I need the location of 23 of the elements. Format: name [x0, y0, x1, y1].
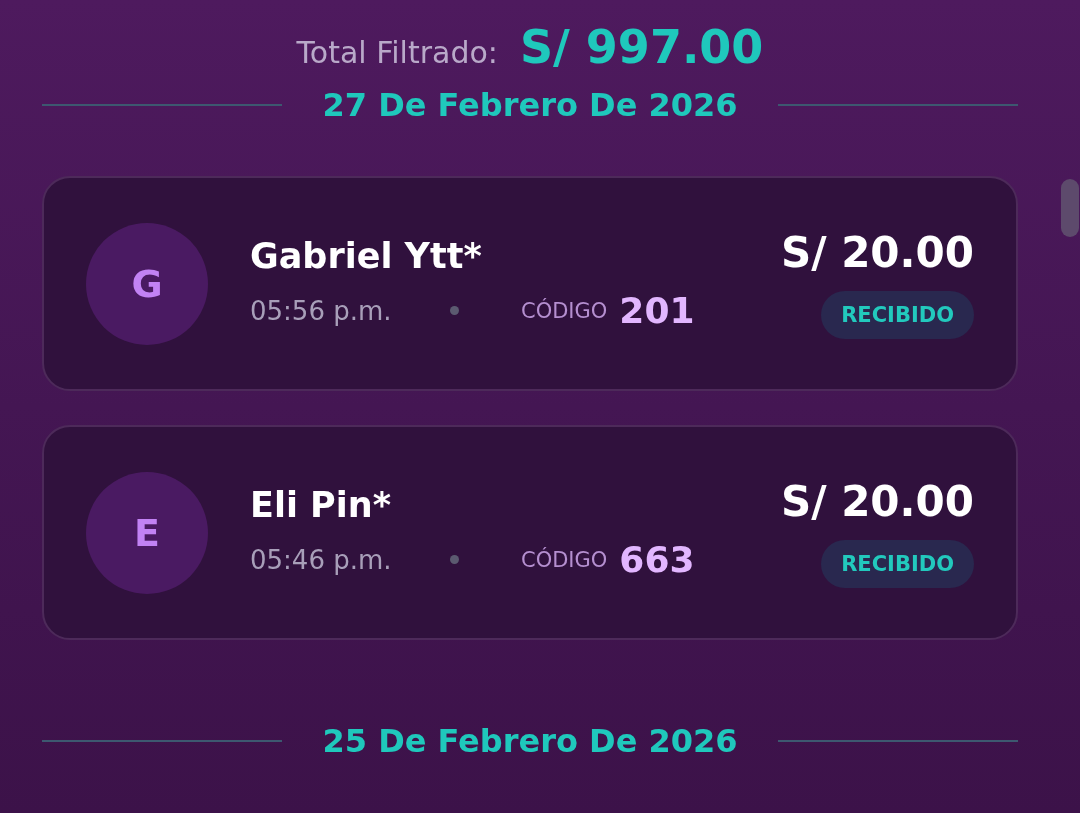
avatar: G [86, 222, 208, 345]
code-value: 663 [619, 539, 695, 580]
total-label: Total Filtrado: [296, 35, 498, 70]
scrollbar-thumb[interactable] [1061, 179, 1079, 237]
status-badge: RECIBIDO [821, 540, 974, 588]
transaction-amount: S/ 20.00 [780, 477, 974, 526]
transaction-time: 05:56 p.m. [250, 295, 393, 326]
total-amount: S/ 997.00 [519, 20, 764, 74]
code-value: 201 [619, 290, 695, 331]
transaction-time: 05:46 p.m. [250, 544, 393, 575]
transaction-card[interactable]: G Gabriel Ytt* 05:56 p.m. CÓDIGO 201 S/ 20.00 RECIBIDO [42, 176, 1018, 391]
code-label: CÓDIGO [521, 298, 608, 323]
payer-name: Eli Pin* [250, 485, 392, 525]
avatar: E [86, 471, 208, 594]
separator-dot [450, 306, 459, 315]
transaction-amount: S/ 20.00 [780, 228, 974, 277]
date-heading: 25 De Febrero De 2026 [322, 722, 738, 760]
transaction-card[interactable]: E Eli Pin* 05:46 p.m. CÓDIGO 663 S/ 20.00 RECIBIDO [42, 425, 1018, 640]
status-badge: RECIBIDO [821, 291, 974, 339]
payer-name: Gabriel Ytt* [250, 236, 483, 276]
code-label: CÓDIGO [521, 547, 608, 572]
separator-dot [450, 555, 459, 564]
date-heading: 27 De Febrero De 2026 [322, 86, 738, 124]
